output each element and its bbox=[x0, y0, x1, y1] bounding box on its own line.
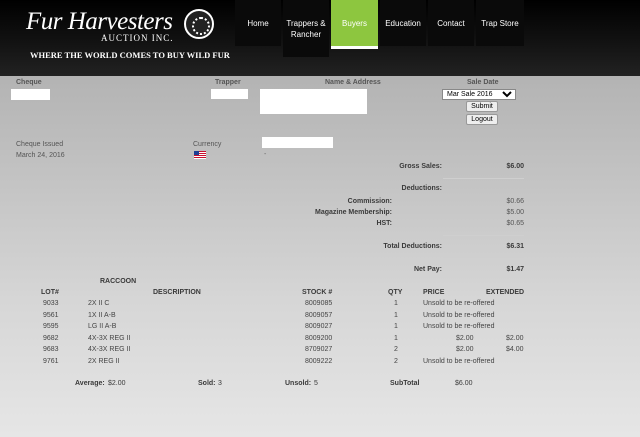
col-stock: STOCK # bbox=[302, 289, 333, 296]
price-cell: $2.00 bbox=[456, 334, 474, 342]
logo-seal-icon bbox=[184, 9, 214, 39]
lot-cell: 9595 bbox=[43, 323, 59, 331]
nav-trappers-rancher[interactable]: Trappers & Rancher bbox=[283, 0, 329, 57]
nav-education[interactable]: Education bbox=[380, 0, 426, 46]
description-cell: 1X II A-B bbox=[88, 311, 116, 319]
description-cell: 2X REG II bbox=[88, 358, 120, 365]
commission-label: Commission: bbox=[347, 198, 392, 205]
sold-label: Sold: bbox=[198, 380, 216, 387]
price-cell: Unsold to be re-offered bbox=[423, 323, 495, 331]
net-pay-value: $1.47 bbox=[506, 266, 524, 273]
sale-date-select[interactable]: Mar Sale 2016 bbox=[442, 89, 516, 100]
unsold-label: Unsold: bbox=[285, 380, 312, 387]
stock-cell: 8009057 bbox=[305, 311, 333, 319]
name-address-field[interactable] bbox=[260, 89, 367, 114]
net-pay-label: Net Pay: bbox=[413, 266, 442, 273]
magazine-membership-label: Magazine Membership: bbox=[314, 209, 392, 216]
hst-label: HST: bbox=[376, 220, 392, 227]
lot-cell: 9561 bbox=[43, 311, 59, 319]
extended-cell: $4.00 bbox=[506, 346, 524, 354]
stock-cell: 8709027 bbox=[305, 346, 333, 354]
lot-cell: 9682 bbox=[43, 334, 59, 342]
name-address-label: Name & Address bbox=[325, 79, 381, 86]
gross-sales-value: $6.00 bbox=[506, 163, 524, 170]
deductions-label: Deductions: bbox=[401, 185, 442, 192]
description-cell: 4X-3X REG II bbox=[88, 334, 131, 342]
col-description: DESCRIPTION bbox=[153, 289, 201, 296]
logo-subtitle: AUCTION INC. bbox=[101, 33, 174, 43]
cheque-label: Cheque bbox=[16, 79, 42, 86]
lot-cell: 9683 bbox=[43, 346, 59, 354]
cheque-issued-label: Cheque Issued bbox=[16, 141, 64, 148]
trapper-field[interactable] bbox=[211, 89, 248, 99]
col-lot: LOT# bbox=[41, 289, 59, 296]
qty-cell: 1 bbox=[394, 323, 398, 331]
nav-trap-store[interactable]: Trap Store bbox=[476, 0, 524, 46]
price-cell: Unsold to be re-offered bbox=[423, 300, 495, 307]
price-cell: Unsold to be re-offered bbox=[423, 358, 495, 365]
magazine-membership-value: $5.00 bbox=[506, 209, 524, 216]
species-heading: RACCOON bbox=[100, 278, 137, 285]
lot-cell: 9761 bbox=[43, 358, 59, 365]
stock-cell: 8009027 bbox=[305, 323, 333, 331]
sale-date-label: Sale Date bbox=[467, 79, 499, 86]
col-price: PRICE bbox=[423, 289, 445, 296]
cheque-field[interactable] bbox=[11, 89, 50, 100]
col-qty: QTY bbox=[388, 289, 403, 296]
trapper-label: Trapper bbox=[215, 79, 241, 86]
extended-cell: $2.00 bbox=[506, 334, 524, 342]
gross-sales-label: Gross Sales: bbox=[399, 163, 442, 170]
logo-title[interactable]: Fur Harvesters bbox=[26, 8, 173, 36]
divider bbox=[443, 257, 524, 258]
qty-cell: 1 bbox=[394, 311, 398, 319]
hst-value: $0.65 bbox=[506, 220, 524, 227]
currency-field[interactable] bbox=[262, 137, 333, 148]
subtotal-value: $6.00 bbox=[455, 380, 473, 387]
average-value: $2.00 bbox=[108, 380, 126, 387]
description-cell: LG II A-B bbox=[88, 323, 117, 331]
tagline: WHERE THE WORLD COMES TO BUY WILD FUR bbox=[30, 50, 230, 60]
stock-cell: 8009085 bbox=[305, 300, 333, 307]
nav-contact[interactable]: Contact bbox=[428, 0, 474, 46]
currency-label: Currency bbox=[193, 141, 222, 148]
total-deductions-value: $6.31 bbox=[506, 243, 524, 250]
sold-value: 3 bbox=[218, 380, 222, 387]
logout-button[interactable]: Logout bbox=[466, 114, 498, 125]
lot-cell: 9033 bbox=[43, 300, 59, 307]
stock-cell: 8009222 bbox=[305, 358, 333, 365]
cheque-issued-date: March 24, 2016 bbox=[16, 152, 65, 159]
price-cell: $2.00 bbox=[456, 346, 474, 354]
divider bbox=[443, 178, 524, 179]
price-cell: Unsold to be re-offered bbox=[423, 311, 495, 319]
qty-cell: 1 bbox=[394, 300, 398, 307]
qty-cell: 2 bbox=[394, 346, 398, 354]
qty-cell: 1 bbox=[394, 334, 398, 342]
qty-cell: 2 bbox=[394, 358, 398, 365]
stock-cell: 8009200 bbox=[305, 334, 333, 342]
divider bbox=[443, 235, 524, 236]
us-flag-icon bbox=[194, 151, 206, 159]
description-cell: 4X-3X REG II bbox=[88, 346, 131, 354]
col-extended: EXTENDED bbox=[486, 289, 525, 296]
nav-home[interactable]: Home bbox=[235, 0, 281, 46]
unsold-value: 5 bbox=[314, 380, 318, 387]
description-cell: 2X II C bbox=[88, 300, 110, 307]
submit-button[interactable]: Submit bbox=[466, 101, 498, 112]
average-label: Average: bbox=[75, 380, 105, 387]
commission-value: $0.66 bbox=[506, 198, 524, 205]
site-header: Fur Harvesters AUCTION INC. WHERE THE WO… bbox=[0, 0, 640, 76]
total-deductions-label: Total Deductions: bbox=[383, 243, 442, 250]
nav-buyers[interactable]: Buyers bbox=[331, 0, 378, 49]
currency-value: - bbox=[264, 151, 267, 158]
subtotal-label: SubTotal bbox=[390, 380, 420, 387]
